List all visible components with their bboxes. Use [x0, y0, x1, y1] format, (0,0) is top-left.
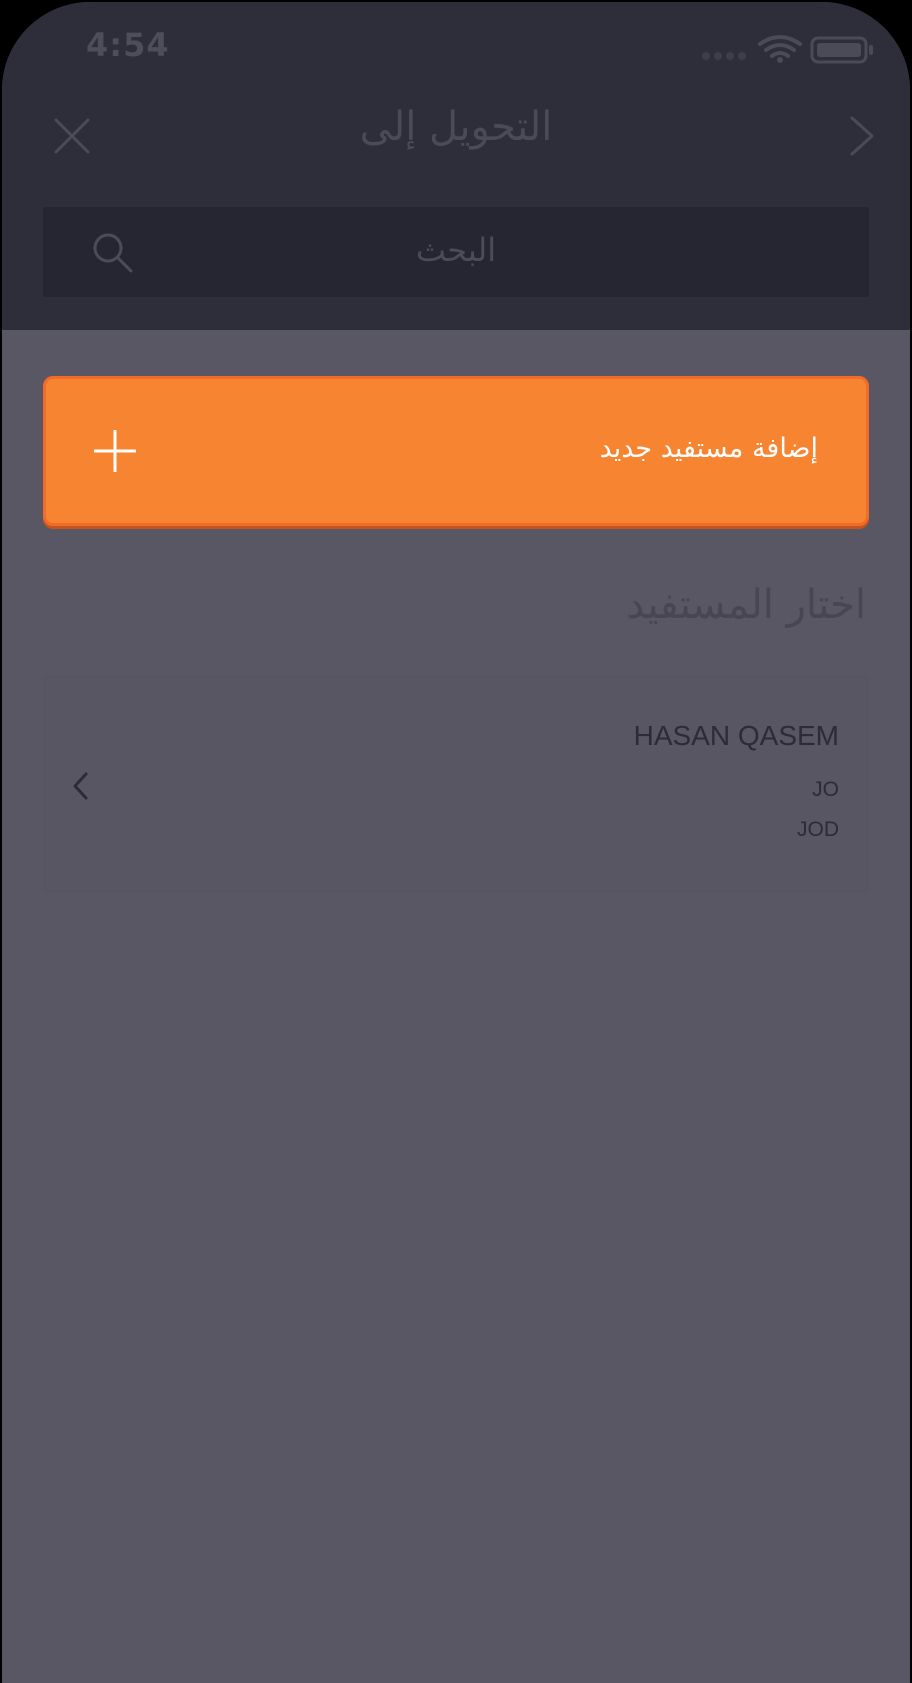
- beneficiary-currency: JOD: [797, 818, 839, 841]
- wifi-icon: [758, 35, 802, 58]
- beneficiary-country: JO: [812, 778, 839, 801]
- chevron-left-icon: [73, 772, 88, 800]
- header: 4:54 التحويل إلى البحث: [2, 2, 910, 330]
- page-title: التحويل إلى: [359, 104, 553, 150]
- plus-icon: [94, 430, 136, 472]
- beneficiary-list-item[interactable]: HASAN QASEM JO JOD: [46, 678, 866, 890]
- phone-screen: 4:54 التحويل إلى البحث إضافة مستفيد جديد…: [2, 2, 910, 1683]
- search-input[interactable]: البحث: [43, 207, 869, 297]
- chevron-right-icon[interactable]: [840, 114, 884, 158]
- search-placeholder: البحث: [415, 231, 497, 269]
- section-title: اختار المستفيد: [626, 582, 866, 628]
- signal-dots-icon: [702, 52, 746, 60]
- battery-icon: [810, 36, 873, 64]
- wifi-dot: [777, 57, 783, 63]
- status-time: 4:54: [86, 26, 170, 64]
- status-icons: [702, 35, 873, 64]
- add-beneficiary-button[interactable]: إضافة مستفيد جديد: [43, 376, 869, 526]
- add-beneficiary-label: إضافة مستفيد جديد: [599, 433, 818, 464]
- beneficiary-name: HASAN QASEM: [633, 720, 839, 751]
